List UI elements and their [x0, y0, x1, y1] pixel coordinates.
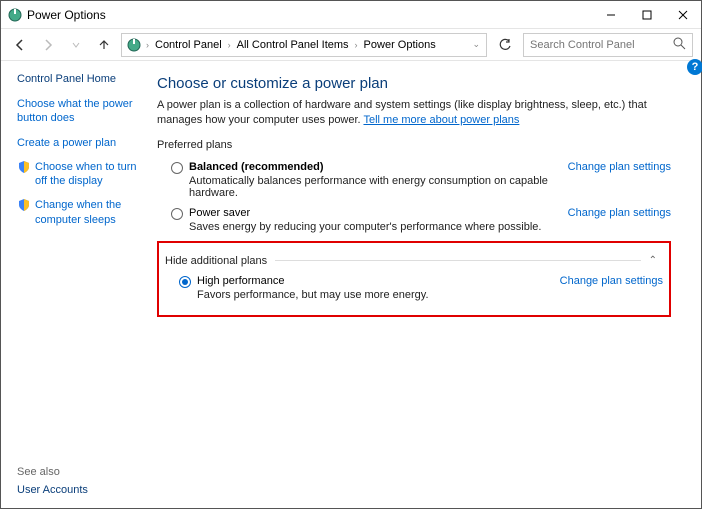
page-heading: Choose or customize a power plan	[157, 75, 671, 92]
chevron-up-icon: ⌃	[649, 255, 663, 266]
chevron-right-icon: ›	[353, 40, 360, 50]
preferred-plans-label: Preferred plans	[157, 139, 671, 151]
user-accounts-link[interactable]: User Accounts	[17, 484, 88, 496]
learn-more-link[interactable]: Tell me more about power plans	[363, 114, 519, 126]
see-also-label: See also	[17, 466, 88, 478]
power-options-icon	[126, 37, 142, 53]
title-bar: Power Options	[1, 1, 701, 29]
breadcrumb-item[interactable]: Control Panel	[153, 39, 224, 51]
breadcrumb-item[interactable]: Power Options	[362, 39, 438, 51]
chevron-down-icon[interactable]: ⌄	[472, 39, 482, 50]
task-power-button[interactable]: Choose what the power button does	[17, 97, 143, 126]
hide-label: Hide additional plans	[165, 255, 267, 267]
page-description: A power plan is a collection of hardware…	[157, 98, 671, 129]
sidebar: Control Panel Home Choose what the power…	[1, 61, 151, 508]
change-plan-settings-link[interactable]: Change plan settings	[568, 161, 671, 173]
address-bar: › Control Panel › All Control Panel Item…	[1, 29, 701, 61]
change-plan-settings-link[interactable]: Change plan settings	[560, 275, 663, 287]
plan-balanced: Balanced (recommended) Automatically bal…	[157, 157, 671, 203]
help-hint-icon[interactable]: ?	[687, 59, 702, 75]
shield-icon	[17, 160, 31, 174]
plan-desc: Saves energy by reducing your computer's…	[189, 221, 568, 233]
plan-name[interactable]: High performance	[197, 275, 560, 287]
radio-high-performance[interactable]	[179, 276, 191, 288]
plan-power-saver: Power saver Saves energy by reducing you…	[157, 203, 671, 237]
minimize-button[interactable]	[593, 1, 629, 29]
breadcrumb-item[interactable]: All Control Panel Items	[235, 39, 351, 51]
task-create-plan[interactable]: Create a power plan	[17, 136, 143, 150]
main-content: Choose or customize a power plan A power…	[151, 61, 701, 508]
search-icon[interactable]	[673, 37, 686, 53]
recent-dropdown[interactable]	[65, 34, 87, 56]
refresh-button[interactable]	[493, 33, 517, 57]
back-button[interactable]	[9, 34, 31, 56]
chevron-right-icon: ›	[144, 40, 151, 50]
plan-name[interactable]: Balanced (recommended)	[189, 161, 568, 173]
plan-high-performance: High performance Favors performance, but…	[165, 271, 663, 305]
shield-icon	[17, 198, 31, 212]
search-box[interactable]	[523, 33, 693, 57]
maximize-button[interactable]	[629, 1, 665, 29]
task-display-off[interactable]: Choose when to turn off the display	[35, 160, 143, 189]
highlighted-section: Hide additional plans ⌃ High performance…	[157, 241, 671, 317]
task-sleep[interactable]: Change when the computer sleeps	[35, 198, 143, 227]
close-button[interactable]	[665, 1, 701, 29]
change-plan-settings-link[interactable]: Change plan settings	[568, 207, 671, 219]
window-title: Power Options	[27, 8, 106, 22]
chevron-right-icon: ›	[226, 40, 233, 50]
plan-name[interactable]: Power saver	[189, 207, 568, 219]
hide-additional-plans-toggle[interactable]: Hide additional plans ⌃	[165, 251, 663, 271]
breadcrumb-bar[interactable]: › Control Panel › All Control Panel Item…	[121, 33, 487, 57]
up-button[interactable]	[93, 34, 115, 56]
control-panel-home-link[interactable]: Control Panel Home	[17, 73, 143, 85]
forward-button[interactable]	[37, 34, 59, 56]
plan-desc: Automatically balances performance with …	[189, 175, 568, 199]
search-input[interactable]	[530, 39, 673, 51]
radio-balanced[interactable]	[171, 162, 183, 174]
plan-desc: Favors performance, but may use more ene…	[197, 289, 560, 301]
power-options-icon	[7, 7, 23, 23]
radio-power-saver[interactable]	[171, 208, 183, 220]
